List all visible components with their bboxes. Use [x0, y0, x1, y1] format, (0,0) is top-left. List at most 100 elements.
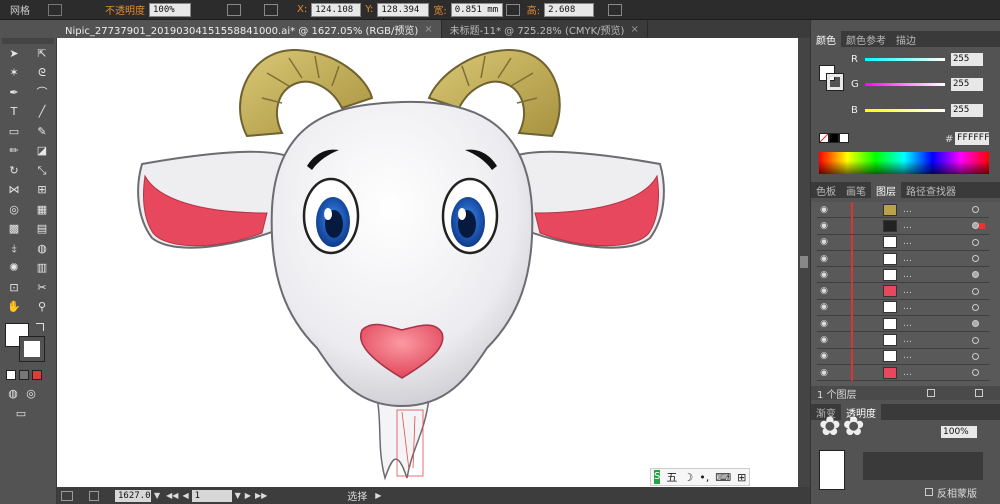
target-icon[interactable]: [972, 320, 979, 328]
eraser-tool-icon[interactable]: ◪: [35, 144, 49, 158]
ime-toolbar[interactable]: S 五 ☽ •, ⌨ ⊞: [650, 468, 750, 486]
blend-tool-icon[interactable]: ◍: [35, 242, 49, 256]
type-tool-icon[interactable]: T: [7, 105, 21, 119]
pen-tool-icon[interactable]: ✒: [7, 86, 21, 100]
tab-color-guide[interactable]: 颜色参考: [841, 31, 891, 47]
eyedropper-tool-icon[interactable]: ⤈: [7, 242, 21, 256]
layer-row[interactable]: ◉…: [817, 218, 989, 235]
layer-row[interactable]: ◉…: [817, 348, 989, 365]
g-slider[interactable]: [865, 83, 945, 86]
w-input[interactable]: 0.851 mm: [450, 2, 503, 17]
punctuation-icon[interactable]: •,: [699, 471, 709, 484]
keyboard-icon[interactable]: ⌨: [715, 471, 731, 484]
target-icon[interactable]: [972, 238, 979, 246]
opacity-input[interactable]: 100%: [149, 2, 191, 17]
hand-tool-icon[interactable]: ✋: [7, 300, 21, 314]
column-graph-tool-icon[interactable]: ▥: [35, 261, 49, 275]
prev-page-icon[interactable]: ◀: [182, 491, 188, 500]
eye-icon[interactable]: ◉: [817, 221, 831, 231]
selection-tool-icon[interactable]: ➤: [7, 47, 21, 61]
y-input[interactable]: 128.394 ：: [377, 2, 430, 27]
beard[interactable]: [376, 397, 430, 481]
b-slider[interactable]: [865, 109, 945, 112]
r-slider[interactable]: [865, 58, 945, 61]
symbol-sprayer-tool-icon[interactable]: ✺: [7, 261, 21, 275]
align-icon[interactable]: [264, 3, 278, 16]
page-input[interactable]: 1: [191, 489, 232, 502]
eye-icon[interactable]: ◉: [817, 270, 831, 280]
perspective-grid-tool-icon[interactable]: ▦: [35, 203, 49, 217]
rotate-tool-icon[interactable]: ↻: [7, 164, 21, 178]
layer-row[interactable]: ◉…: [817, 283, 989, 300]
eye-icon[interactable]: ◉: [817, 335, 831, 345]
last-page-icon[interactable]: ▶▶: [255, 491, 267, 500]
opacity-label[interactable]: 不透明度: [105, 2, 145, 17]
curvature-tool-icon[interactable]: ⌒: [35, 86, 49, 100]
target-icon[interactable]: [972, 336, 979, 344]
layer-row[interactable]: ◉…: [817, 365, 989, 382]
left-eye[interactable]: [302, 177, 360, 255]
layer-row[interactable]: ◉…: [817, 299, 989, 317]
transform-icon[interactable]: [608, 3, 623, 16]
paintbrush-tool-icon[interactable]: ✎: [35, 125, 49, 139]
target-icon[interactable]: [972, 287, 979, 295]
canvas[interactable]: S 五 ☽ •, ⌨ ⊞: [57, 38, 798, 487]
slice-tool-icon[interactable]: ✂: [35, 281, 49, 295]
grid-icon[interactable]: ⊞: [737, 471, 746, 484]
black-swatch[interactable]: [829, 133, 839, 143]
artboard-tool-icon[interactable]: ⊡: [7, 281, 21, 295]
scrollbar-thumb[interactable]: [800, 256, 808, 268]
r-input[interactable]: 255: [951, 53, 983, 66]
layer-row[interactable]: ◉…: [817, 316, 989, 333]
lasso-tool-icon[interactable]: ᘓ: [35, 66, 49, 80]
b-input[interactable]: 255: [951, 104, 983, 117]
eye-icon[interactable]: ◉: [817, 319, 831, 329]
tab-layers[interactable]: 图层: [871, 182, 901, 198]
eye-icon[interactable]: ◉: [817, 254, 831, 264]
status-menu-icon[interactable]: [61, 490, 73, 501]
rectangle-tool-icon[interactable]: ▭: [7, 125, 21, 139]
ime-mode-label[interactable]: 五: [666, 469, 677, 485]
mesh-tool-icon[interactable]: ▩: [7, 222, 21, 236]
layer-row[interactable]: ◉…: [817, 250, 989, 268]
status-arrow-icon[interactable]: ▶: [375, 491, 381, 500]
scale-tool-icon[interactable]: ⤡: [35, 164, 49, 178]
layer-row[interactable]: ◉…: [817, 234, 989, 251]
none-mode-icon[interactable]: [32, 369, 42, 380]
goat-illustration[interactable]: [57, 38, 798, 487]
gradient-tool-icon[interactable]: ▤: [35, 222, 49, 236]
new-layer-icon[interactable]: [926, 389, 935, 397]
tab-stroke[interactable]: 描边: [891, 31, 921, 47]
target-icon[interactable]: [972, 222, 979, 230]
tab-untitled-document[interactable]: 未标题-11* @ 725.28% (CMYK/预览) ×: [442, 20, 648, 38]
mask-thumbnail[interactable]: [819, 450, 845, 490]
eye-icon[interactable]: ◉: [817, 286, 831, 296]
eye-icon[interactable]: ◉: [817, 302, 831, 312]
mask-preview[interactable]: [863, 452, 983, 480]
zoom-dropdown-icon[interactable]: ▼: [154, 491, 160, 500]
color-mode-icon[interactable]: [6, 369, 16, 380]
hex-input[interactable]: FFFFFF: [955, 132, 990, 145]
eye-icon[interactable]: ◉: [817, 237, 831, 247]
color-spectrum[interactable]: [819, 152, 989, 174]
target-icon[interactable]: [972, 369, 979, 377]
x-input[interactable]: 124.108 ：: [311, 2, 362, 27]
target-icon[interactable]: [972, 271, 979, 279]
h-input[interactable]: 2.608 mm: [544, 2, 595, 27]
right-ear[interactable]: [513, 150, 665, 249]
delete-layer-icon[interactable]: [974, 389, 983, 397]
export-icon[interactable]: [89, 490, 99, 501]
eye-icon[interactable]: ◉: [817, 351, 831, 361]
pencil-tool-icon[interactable]: ✏: [7, 144, 21, 158]
line-tool-icon[interactable]: ╱: [35, 105, 49, 119]
layer-row[interactable]: ◉…: [817, 332, 989, 349]
eye-icon[interactable]: ◉: [817, 205, 831, 215]
style-icon[interactable]: [227, 3, 241, 16]
target-icon[interactable]: [972, 255, 979, 263]
zoom-input[interactable]: 1627.0: [115, 489, 151, 502]
g-input[interactable]: 255: [951, 78, 983, 91]
fill-stroke-swatch[interactable]: [0, 321, 56, 365]
stroke-icon[interactable]: [48, 3, 62, 16]
tab-swatches[interactable]: 色板: [811, 182, 841, 198]
color-panel-stroke-swatch[interactable]: [826, 73, 844, 91]
